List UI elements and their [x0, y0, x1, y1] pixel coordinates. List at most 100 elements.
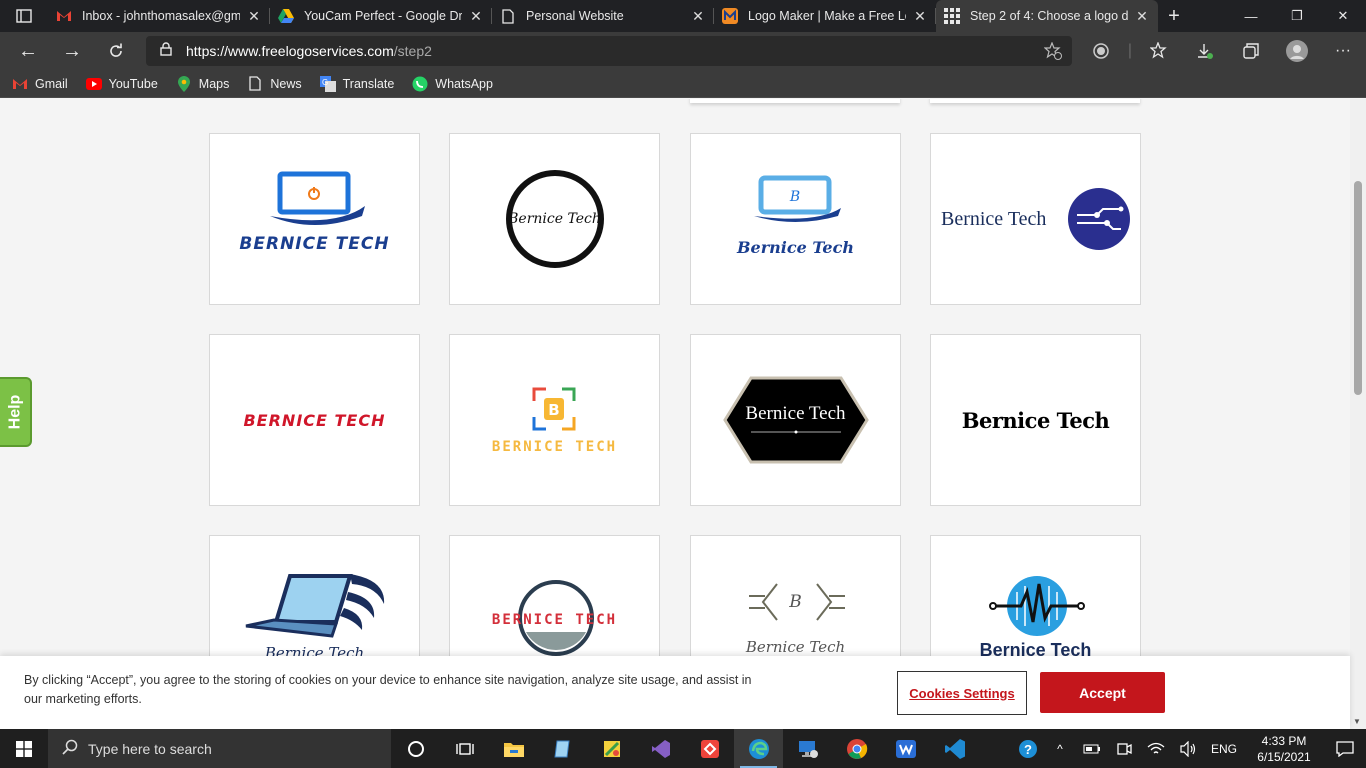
battery-icon[interactable]: [1076, 729, 1108, 768]
page-icon: [247, 76, 263, 92]
close-tab-icon[interactable]: ✕: [1134, 8, 1150, 25]
paint-icon[interactable]: [587, 729, 636, 768]
url-domain: https://www.freelogoservices.com: [186, 43, 394, 59]
tab-step2-active[interactable]: Step 2 of 4: Choose a logo design ✕: [936, 0, 1158, 32]
back-icon[interactable]: ←: [6, 32, 50, 70]
whatsapp-icon: [412, 76, 428, 92]
vscode-icon[interactable]: [930, 729, 979, 768]
gmail-icon: [56, 8, 72, 24]
language-indicator[interactable]: ENG: [1204, 729, 1244, 768]
visual-studio-icon[interactable]: [636, 729, 685, 768]
add-favorite-icon[interactable]: [1043, 41, 1062, 65]
chrome-icon[interactable]: [832, 729, 881, 768]
restore-icon[interactable]: ❐: [1274, 0, 1320, 32]
cookies-settings-button[interactable]: Cookies Settings: [897, 671, 1027, 715]
tab-title: Personal Website: [526, 9, 624, 23]
settings-more-icon[interactable]: ···: [1320, 32, 1366, 70]
tab-personal-website[interactable]: Personal Website ✕: [492, 0, 714, 32]
lock-icon[interactable]: [160, 41, 172, 61]
favorites-icon[interactable]: [1136, 32, 1182, 70]
refresh-icon[interactable]: [94, 32, 138, 70]
clock[interactable]: 4:33 PM 6/15/2021: [1244, 733, 1324, 765]
notepad-icon[interactable]: [538, 729, 587, 768]
file-explorer-icon[interactable]: [489, 729, 538, 768]
close-tab-icon[interactable]: ✕: [468, 8, 484, 25]
extension-icon[interactable]: [1078, 32, 1124, 70]
svg-text:G: G: [322, 78, 328, 87]
close-tab-icon[interactable]: ✕: [246, 8, 262, 25]
bookmark-maps[interactable]: Maps: [176, 75, 229, 92]
accept-cookies-button[interactable]: Accept: [1040, 672, 1165, 713]
search-placeholder: Type here to search: [88, 740, 212, 757]
bookmarks-bar: Gmail YouTube Maps News G Translate What…: [0, 70, 1366, 98]
wps-writer-icon[interactable]: [881, 729, 930, 768]
logo-card-8[interactable]: Bernice Tech: [930, 334, 1141, 506]
tab-google-drive[interactable]: YouCam Perfect - Google Drive ✕: [270, 0, 492, 32]
bookmark-label: Gmail: [35, 76, 68, 91]
bookmark-gmail[interactable]: Gmail: [12, 76, 68, 92]
tab-actions-icon[interactable]: [0, 0, 48, 32]
windows-start-icon[interactable]: [0, 729, 48, 768]
logo-text: BERNICE TECH: [491, 612, 618, 628]
address-bar[interactable]: https://www.freelogoservices.com/step2: [146, 36, 1072, 66]
notifications-icon[interactable]: [1324, 729, 1366, 768]
new-tab-icon[interactable]: +: [1158, 5, 1190, 28]
logo-card-4[interactable]: Bernice Tech: [930, 133, 1141, 305]
bookmark-label: Translate: [342, 76, 395, 91]
tab-title: YouCam Perfect - Google Drive: [304, 9, 462, 23]
svg-text:B: B: [548, 401, 559, 419]
logo-card-2[interactable]: Bernice Tech: [449, 133, 660, 305]
help-button[interactable]: Help: [0, 377, 32, 447]
flying-laptop-icon: [245, 574, 385, 638]
bookmark-label: WhatsApp: [435, 76, 493, 91]
bookmark-translate[interactable]: G Translate: [319, 75, 395, 92]
logo-card-7[interactable]: Bernice Tech: [690, 334, 901, 506]
translate-icon: G: [319, 75, 336, 92]
logo-text: Bernice Tech: [508, 211, 601, 227]
logomaker-icon: [722, 8, 738, 24]
remote-desktop-icon[interactable]: [783, 729, 832, 768]
page-scrollbar[interactable]: ▼: [1350, 99, 1366, 729]
logo-card-1[interactable]: BERNICE TECH: [209, 133, 420, 305]
cortana-icon[interactable]: [391, 729, 440, 768]
tab-gmail[interactable]: Inbox - johnthomasalex@gmail.com ✕: [48, 0, 270, 32]
task-view-icon[interactable]: [440, 729, 489, 768]
profile-avatar-icon[interactable]: [1274, 32, 1320, 70]
logo-text: BERNICE TECH: [239, 234, 390, 254]
logo-card-6[interactable]: B BERNICE TECH: [449, 334, 660, 506]
wifi-icon[interactable]: [1140, 729, 1172, 768]
logo-card-5[interactable]: BERNICE TECH: [209, 334, 420, 506]
help-question-icon[interactable]: ?: [1012, 729, 1044, 768]
previous-row-card[interactable]: [690, 99, 900, 103]
clock-time: 4:33 PM: [1261, 733, 1307, 748]
logo-text: Bernice Tech: [737, 238, 854, 257]
collections-icon[interactable]: [1228, 32, 1274, 70]
system-tray: ? ^ ENG 4:33 PM 6/15/2021: [1012, 729, 1366, 768]
scroll-down-icon[interactable]: ▼: [1353, 717, 1361, 726]
previous-row-card[interactable]: [930, 99, 1140, 103]
edge-browser-icon[interactable]: [734, 729, 783, 768]
tab-title: Logo Maker | Make a Free Logo: [748, 9, 906, 23]
minimize-icon[interactable]: —: [1228, 0, 1274, 32]
close-tab-icon[interactable]: ✕: [690, 8, 706, 25]
logo-text: Bernice Tech: [745, 403, 846, 424]
maps-icon: [176, 75, 192, 92]
close-tab-icon[interactable]: ✕: [912, 8, 928, 25]
chevron-up-icon[interactable]: ^: [1044, 729, 1076, 768]
downloads-icon[interactable]: [1182, 32, 1228, 70]
logo-text: BERNICE TECH: [243, 410, 386, 430]
close-window-icon[interactable]: ✕: [1320, 0, 1366, 32]
bookmark-label: YouTube: [108, 76, 158, 91]
logo-card-3[interactable]: B Bernice Tech: [690, 133, 901, 305]
bookmark-youtube[interactable]: YouTube: [85, 76, 158, 92]
bookmark-news[interactable]: News: [247, 76, 302, 92]
bookmark-label: News: [270, 76, 302, 91]
taskbar-search-box[interactable]: Type here to search: [48, 729, 391, 768]
anydesk-icon[interactable]: [685, 729, 734, 768]
meet-now-icon[interactable]: [1108, 729, 1140, 768]
forward-icon[interactable]: →: [50, 32, 94, 70]
tab-logo-maker[interactable]: Logo Maker | Make a Free Logo ✕: [714, 0, 936, 32]
scrollbar-thumb[interactable]: [1354, 181, 1362, 395]
volume-icon[interactable]: [1172, 729, 1204, 768]
bookmark-whatsapp[interactable]: WhatsApp: [412, 76, 493, 92]
